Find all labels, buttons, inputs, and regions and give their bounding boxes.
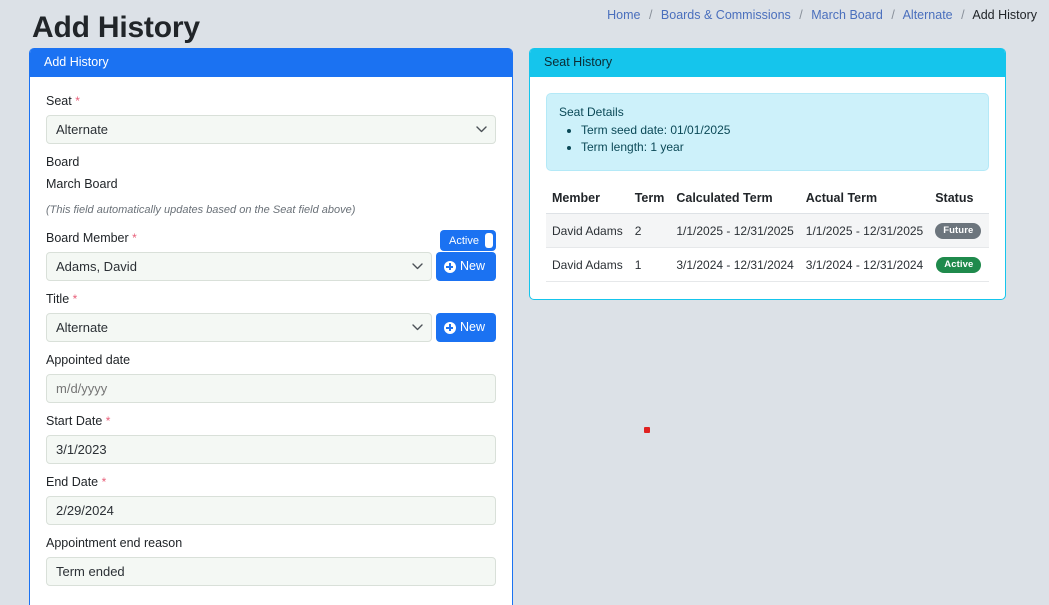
seat-history-table-body: David Adams 2 1/1/2025 - 12/31/2025 1/1/… xyxy=(546,213,990,282)
seat-details-item: Term length: 1 year xyxy=(581,139,976,156)
required-marker: * xyxy=(101,475,107,489)
label-appointment-end-reason: Appointment end reason xyxy=(46,536,183,550)
column-header-calculated-term: Calculated Term xyxy=(670,185,800,214)
board-member-select-wrap xyxy=(46,252,432,281)
breadcrumb: Home / Boards & Commissions / March Boar… xyxy=(607,7,1037,23)
new-title-label: New xyxy=(459,320,485,335)
cell-actual-term: 3/1/2024 - 12/31/2024 xyxy=(799,247,930,282)
required-marker: * xyxy=(105,414,111,428)
title-select-wrap xyxy=(46,313,432,342)
appointed-date-input[interactable] xyxy=(46,374,496,403)
seat-history-card-header: Seat History xyxy=(530,48,1005,77)
field-title: Title * New xyxy=(46,291,496,342)
status-badge: Active xyxy=(936,257,982,273)
plus-circle-icon xyxy=(443,321,456,334)
toggle-knob-icon xyxy=(485,233,493,248)
page-root: Add History Home / Boards & Commissions … xyxy=(0,0,1049,605)
seat-details-item: Term seed date: 01/01/2025 xyxy=(581,122,976,139)
label-end-date-text: End Date xyxy=(46,475,99,489)
column-header-term: Term xyxy=(628,185,671,214)
breadcrumb-item-alternate[interactable]: Alternate xyxy=(903,8,953,22)
cell-term: 2 xyxy=(628,213,671,248)
table-row[interactable]: David Adams 1 3/1/2024 - 12/31/2024 3/1/… xyxy=(546,247,990,282)
required-marker: * xyxy=(72,292,78,306)
label-appointed-date: Appointed date xyxy=(46,353,131,367)
cell-calculated-term: 1/1/2025 - 12/31/2025 xyxy=(670,213,800,248)
seat-history-card: Seat History Seat Details Term seed date… xyxy=(529,48,1006,300)
field-seat: Seat * xyxy=(46,93,496,144)
seat-details-title: Seat Details xyxy=(559,105,624,119)
required-marker: * xyxy=(132,231,137,245)
breadcrumb-item-boards-commissions[interactable]: Boards & Commissions xyxy=(661,8,791,22)
column-header-status: Status xyxy=(929,185,990,214)
seat-history-body: Seat Details Term seed date: 01/01/2025 … xyxy=(530,77,1005,282)
column-header-member: Member xyxy=(546,185,629,214)
status-badge: Future xyxy=(935,223,982,239)
label-board-member-text: Board Member xyxy=(46,231,129,245)
breadcrumb-separator: / xyxy=(891,8,895,22)
column-header-actual-term: Actual Term xyxy=(799,185,930,214)
label-title-text: Title xyxy=(46,292,70,306)
board-member-select[interactable] xyxy=(46,252,432,281)
field-appointment-end-reason: Appointment end reason xyxy=(46,535,496,586)
seat-details-alert: Seat Details Term seed date: 01/01/2025 … xyxy=(546,93,989,171)
cell-member: David Adams xyxy=(546,247,629,282)
breadcrumb-item-add-history: Add History xyxy=(972,8,1037,22)
label-start-date-text: Start Date xyxy=(46,414,103,428)
label-start-date: Start Date * xyxy=(46,413,496,429)
cursor-indicator-dot xyxy=(644,427,650,433)
add-history-card: Add History Seat * Board March Board xyxy=(29,48,513,605)
plus-circle-icon xyxy=(443,260,456,273)
title-row: New xyxy=(46,313,496,342)
seat-history-table: Member Term Calculated Term Actual Term … xyxy=(546,185,990,282)
seat-history-table-head: Member Term Calculated Term Actual Term … xyxy=(546,185,990,214)
breadcrumb-separator: / xyxy=(961,8,965,22)
field-start-date: Start Date * xyxy=(46,413,496,464)
new-board-member-label: New xyxy=(459,259,485,274)
seat-select-wrap xyxy=(46,115,496,144)
end-date-input[interactable] xyxy=(46,496,496,525)
new-board-member-button[interactable]: New xyxy=(435,252,496,281)
appointment-end-reason-input[interactable] xyxy=(46,557,496,586)
title-select[interactable] xyxy=(46,313,432,342)
breadcrumb-item-march-board[interactable]: March Board xyxy=(811,8,883,22)
label-board-member: Board Member * xyxy=(46,230,496,246)
active-toggle-label: Active xyxy=(449,234,479,247)
table-row[interactable]: David Adams 2 1/1/2025 - 12/31/2025 1/1/… xyxy=(546,213,990,248)
cell-member: David Adams xyxy=(546,213,629,248)
add-history-form: Seat * Board March Board (This field aut… xyxy=(30,77,512,586)
field-end-date: End Date * xyxy=(46,474,496,525)
table-header-row: Member Term Calculated Term Actual Term … xyxy=(546,185,990,214)
cell-term: 1 xyxy=(628,247,671,282)
breadcrumb-item-home[interactable]: Home xyxy=(607,8,640,22)
label-end-date: End Date * xyxy=(46,474,496,490)
cell-actual-term: 1/1/2025 - 12/31/2025 xyxy=(799,213,930,248)
required-marker: * xyxy=(75,94,80,108)
seat-details-list: Term seed date: 01/01/2025 Term length: … xyxy=(559,122,976,156)
new-title-button[interactable]: New xyxy=(435,313,496,342)
breadcrumb-separator: / xyxy=(799,8,803,22)
seat-select[interactable] xyxy=(46,115,496,144)
board-value: March Board xyxy=(46,177,118,191)
cell-calculated-term: 3/1/2024 - 12/31/2024 xyxy=(670,247,800,282)
field-appointed-date: Appointed date xyxy=(46,352,496,403)
add-history-card-header: Add History xyxy=(30,48,512,77)
breadcrumb-separator: / xyxy=(648,8,653,22)
label-seat-text: Seat xyxy=(46,94,72,108)
board-hint: (This field automatically updates based … xyxy=(46,204,356,216)
label-seat: Seat * xyxy=(46,93,496,109)
field-board: Board March Board (This field automatica… xyxy=(46,154,496,217)
label-title: Title * xyxy=(46,291,496,307)
cell-status: Active xyxy=(929,247,990,282)
page-title: Add History xyxy=(32,11,200,44)
board-member-active-toggle[interactable]: Active xyxy=(440,230,496,251)
start-date-input[interactable] xyxy=(46,435,496,464)
field-board-member: Board Member * Active Adams, David New xyxy=(46,230,496,281)
board-member-row: New xyxy=(46,252,496,281)
cell-status: Future xyxy=(929,213,990,248)
label-board: Board xyxy=(46,155,80,169)
